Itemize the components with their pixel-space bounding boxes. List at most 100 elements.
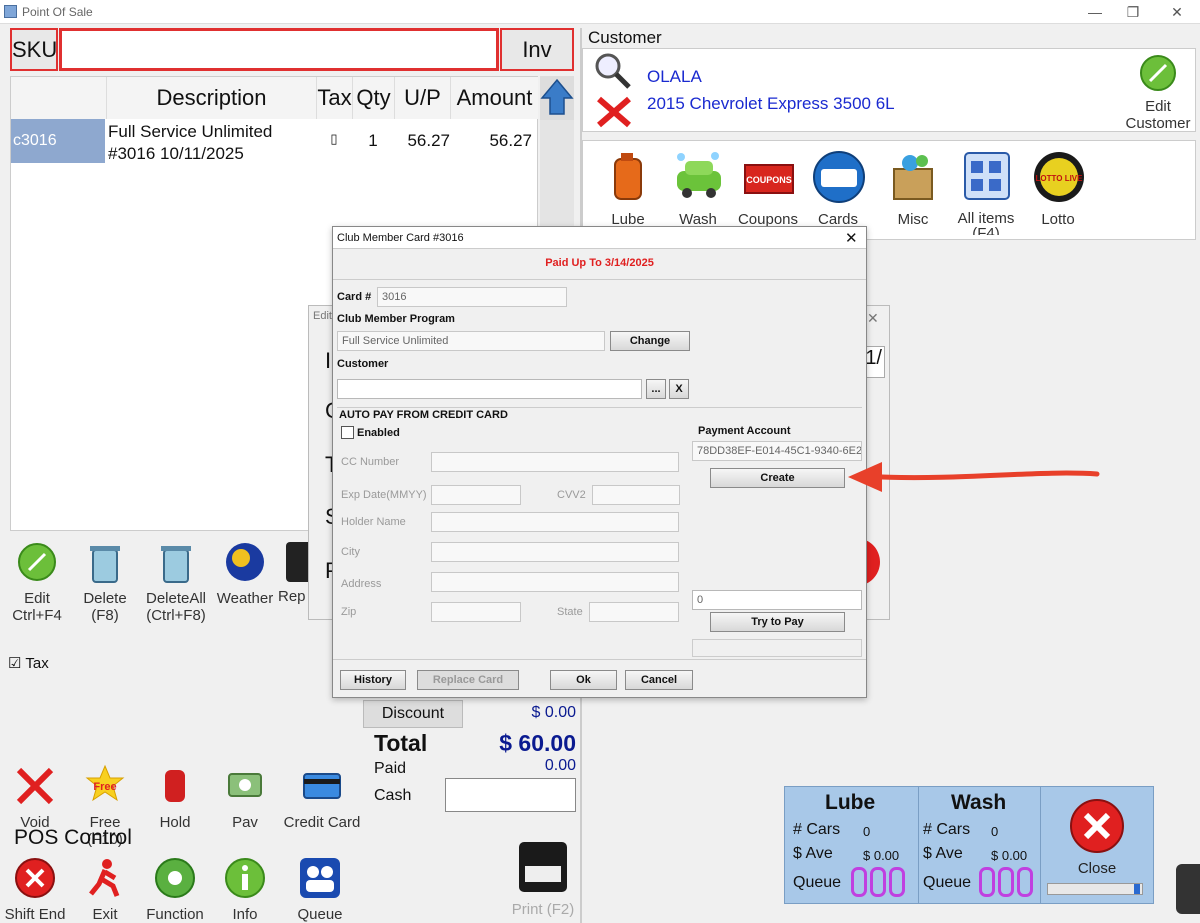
exp-date-field[interactable] — [431, 485, 521, 505]
edit-button[interactable]: Edit Ctrl+F4 — [2, 540, 72, 624]
void-button[interactable]: Void — [0, 764, 70, 831]
wash-queue-digits — [979, 867, 1036, 902]
function-button[interactable]: Function — [140, 856, 210, 923]
category-misc[interactable]: Misc — [878, 149, 948, 228]
annotation-arrow-icon — [848, 462, 1100, 492]
report-icon — [286, 542, 312, 582]
cash-input[interactable] — [445, 778, 576, 812]
category-coupons[interactable]: COUPONS Coupons — [733, 149, 803, 228]
window-titlebar: Point Of Sale — ❐ ✕ — [0, 0, 1200, 24]
cc-number-field[interactable] — [431, 452, 679, 472]
credit-card-button-label: Credit Card — [283, 814, 361, 831]
address-field[interactable] — [431, 572, 679, 592]
zip-label: Zip — [341, 606, 357, 618]
progress-slider[interactable] — [1047, 883, 1143, 895]
category-wash[interactable]: Wash — [663, 149, 733, 228]
exit-label: Exit — [92, 906, 118, 923]
exit-runner-icon — [89, 859, 120, 897]
create-button[interactable]: Create — [710, 468, 845, 488]
info-button[interactable]: Info — [210, 856, 280, 923]
minimize-button[interactable]: — — [1080, 2, 1110, 22]
cancel-button[interactable]: Cancel — [625, 670, 693, 690]
category-lotto[interactable]: LOTTO LIVE Lotto — [1023, 149, 1093, 228]
pay-money-icon — [228, 773, 262, 797]
category-panel: Lube Wash COUPONS Coupons Cards Misc All… — [582, 140, 1196, 240]
delete-all-button[interactable]: DeleteAll (Ctrl+F8) — [140, 540, 212, 624]
discount-button[interactable]: Discount — [363, 700, 463, 728]
customer-panel: OLALA 2015 Chevrolet Express 3500 6L Edi… — [582, 48, 1196, 132]
queue-button[interactable]: Queue — [285, 856, 355, 923]
remove-customer-icon[interactable] — [595, 95, 633, 129]
category-lube[interactable]: Lube — [593, 149, 663, 228]
edit-customer-button[interactable]: Edit Customer — [1123, 51, 1193, 132]
edit-dialog-close[interactable]: ✕ — [867, 310, 879, 327]
row-qty: 1 — [368, 131, 378, 150]
change-button[interactable]: Change — [610, 331, 690, 351]
city-field[interactable] — [431, 542, 679, 562]
sku-input[interactable] — [59, 28, 499, 71]
tax-check-mark: ☑ — [8, 655, 22, 672]
shift-end-button[interactable]: Shift End — [0, 856, 70, 923]
window-close-button[interactable]: ✕ — [1162, 2, 1192, 22]
inv-button[interactable]: Inv — [500, 28, 574, 71]
dialog-titlebar: Club Member Card #3016 ✕ — [333, 227, 866, 249]
history-button[interactable]: History — [340, 670, 406, 690]
cvv-field[interactable] — [592, 485, 680, 505]
report-button[interactable]: Rep — [278, 540, 312, 605]
wash-cars-value: 0 — [991, 824, 999, 839]
exit-button[interactable]: Exit — [70, 856, 140, 923]
lube-cars-value: 0 — [863, 824, 871, 839]
enabled-checkbox[interactable] — [341, 426, 354, 439]
table-row[interactable]: c3016 Full Service Unlimited #3016 10/11… — [11, 119, 538, 163]
ok-button[interactable]: Ok — [550, 670, 617, 690]
pay-amount-field[interactable]: 0 — [692, 590, 862, 610]
holder-name-field[interactable] — [431, 512, 679, 532]
city-label: City — [341, 546, 360, 558]
wash-icon — [677, 152, 721, 198]
category-cards[interactable]: Cards — [803, 149, 873, 228]
discount-value: $ 0.00 — [531, 704, 576, 721]
weather-button[interactable]: Weather — [210, 540, 280, 607]
program-field[interactable]: Full Service Unlimited — [337, 331, 605, 351]
pay-button[interactable]: Pav — [210, 764, 280, 831]
customer-title: Customer — [588, 28, 662, 47]
function-gear-icon — [155, 858, 195, 898]
replace-card-button[interactable]: Replace Card — [417, 670, 519, 690]
row-sku: c3016 — [11, 119, 105, 163]
col-up: U/P — [394, 77, 450, 119]
maximize-button[interactable]: ❐ — [1118, 2, 1148, 22]
wash-cars-label: # Cars — [923, 821, 971, 838]
clear-customer-button[interactable]: X — [669, 379, 689, 399]
edit-button-label: Edit — [24, 590, 50, 607]
customer-name[interactable]: OLALA — [647, 67, 702, 87]
customer-field[interactable] — [337, 379, 642, 399]
browse-customer-button[interactable]: ... — [646, 379, 666, 399]
wash-stats: Wash # Cars 0 $ Ave $ 0.00 Queue — [919, 787, 1041, 903]
search-customer-icon[interactable] — [591, 51, 635, 91]
close-shift-button[interactable]: Close — [1041, 787, 1153, 903]
customer-vehicle[interactable]: 2015 Chevrolet Express 3500 6L — [647, 94, 895, 114]
card-number-field[interactable]: 3016 — [377, 287, 567, 307]
print-button[interactable]: Print (F2) — [505, 838, 581, 918]
enabled-label: Enabled — [357, 427, 400, 439]
tax-checkbox[interactable]: ☑ Tax — [8, 654, 49, 672]
hold-button[interactable]: Hold — [140, 764, 210, 831]
try-to-pay-button[interactable]: Try to Pay — [710, 612, 845, 632]
shift-end-label: Shift End — [4, 906, 66, 923]
total-label: Total — [374, 730, 428, 756]
payment-account-field[interactable]: 78DD38EF-E014-45C1-9340-6E2 — [692, 441, 862, 461]
state-field[interactable] — [589, 602, 679, 622]
scroll-up-button[interactable] — [540, 76, 574, 120]
printer-icon — [519, 842, 567, 892]
credit-card-button[interactable]: Credit Card — [280, 764, 364, 831]
side-tab[interactable] — [1176, 864, 1200, 914]
delete-button[interactable]: Delete (F8) — [70, 540, 140, 624]
col-description: Description — [106, 77, 316, 119]
dialog-close-button[interactable]: ✕ — [845, 229, 858, 247]
zip-field[interactable] — [431, 602, 521, 622]
lube-queue-label: Queue — [793, 874, 842, 891]
category-all-items[interactable]: All items (F4) — [951, 149, 1021, 235]
trash-icon — [90, 546, 120, 583]
exp-date-label: Exp Date(MMYY) — [341, 489, 427, 501]
holder-name-label: Holder Name — [341, 516, 406, 528]
